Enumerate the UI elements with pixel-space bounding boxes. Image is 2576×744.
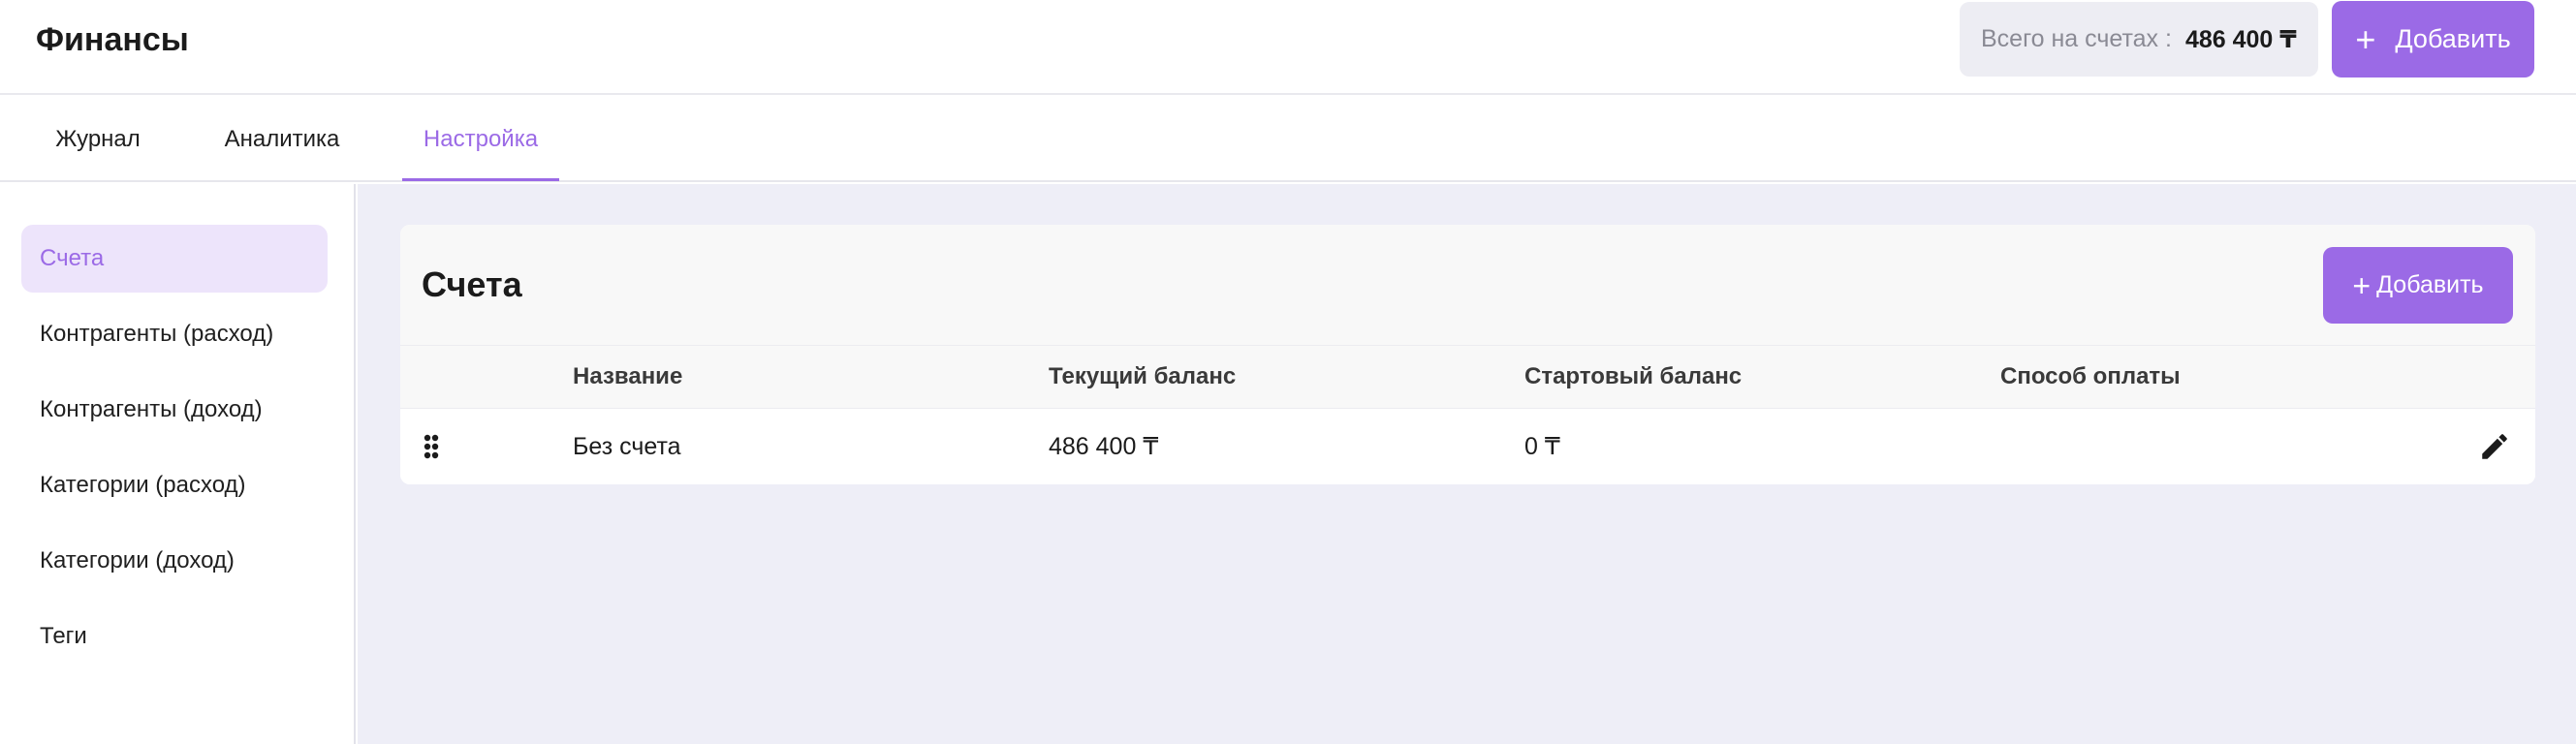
accounts-card: Счета + Добавить Название Текущий баланс… [400, 225, 2535, 484]
column-header-payment-method[interactable]: Способ оплаты [2000, 346, 2181, 408]
total-balance-box: Всего на счетах : 486 400 ₸ [1960, 2, 2318, 77]
tab-settings[interactable]: Настройка [402, 97, 559, 182]
add-account-label: Добавить [2376, 271, 2484, 298]
sidebar-item-tags[interactable]: Теги [21, 603, 328, 670]
total-balance-label: Всего на счетах : [1981, 25, 2172, 52]
pencil-icon[interactable] [2478, 430, 2511, 463]
add-account-button[interactable]: + Добавить [2323, 247, 2513, 324]
accounts-table-header: Название Текущий баланс Стартовый баланс… [400, 345, 2535, 409]
table-row[interactable]: Без счета 486 400 ₸ 0 ₸ [400, 409, 2535, 484]
app-header: Финансы Всего на счетах : 486 400 ₸ + До… [0, 0, 2576, 95]
sidebar-item-categories-expense[interactable]: Категории (расход) [21, 451, 328, 519]
sidebar-item-counterparties-income[interactable]: Контрагенты (доход) [21, 376, 328, 444]
column-header-name[interactable]: Название [573, 346, 682, 408]
plus-icon: + [2352, 267, 2372, 303]
tab-journal[interactable]: Журнал [35, 97, 161, 182]
main-tabs: Журнал Аналитика Настройка [0, 97, 2576, 182]
account-name: Без счета [573, 432, 681, 460]
active-tab-indicator [402, 178, 559, 181]
sidebar-item-counterparties-expense[interactable]: Контрагенты (расход) [21, 300, 328, 368]
header-add-label: Добавить [2395, 24, 2511, 53]
app-title: Финансы [36, 21, 189, 58]
accounts-card-header: Счета + Добавить [400, 225, 2535, 345]
header-add-button[interactable]: + Добавить [2332, 1, 2534, 78]
column-header-current-balance[interactable]: Текущий баланс [1049, 346, 1236, 408]
account-start-balance: 0 ₸ [1524, 433, 1560, 460]
accounts-title: Счета [422, 264, 522, 304]
sidebar-item-accounts[interactable]: Счета [21, 225, 328, 293]
settings-sidebar: Счета Контрагенты (расход) Контрагенты (… [0, 184, 356, 744]
sidebar-item-categories-income[interactable]: Категории (доход) [21, 527, 328, 595]
main-content: Счета + Добавить Название Текущий баланс… [358, 184, 2576, 744]
tab-analytics[interactable]: Аналитика [204, 97, 361, 182]
plus-icon: + [2355, 18, 2376, 59]
account-current-balance: 486 400 ₸ [1049, 433, 1159, 460]
total-balance-value: 486 400 ₸ [2184, 25, 2297, 53]
column-header-start-balance[interactable]: Стартовый баланс [1524, 346, 1742, 408]
drag-handle-icon[interactable] [424, 434, 439, 459]
